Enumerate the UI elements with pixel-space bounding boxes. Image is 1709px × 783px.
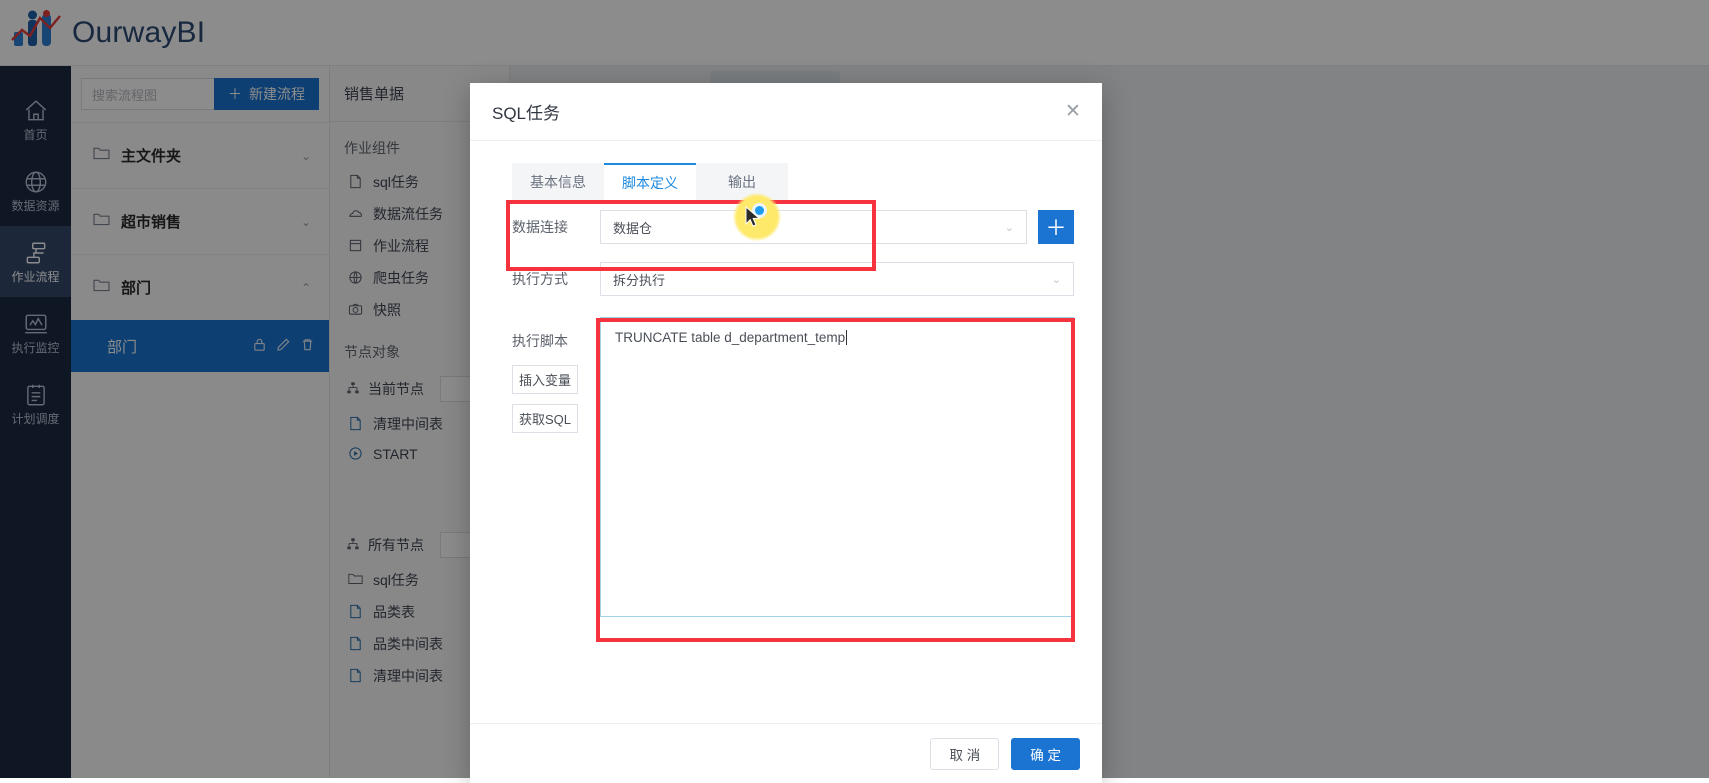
dialog-footer: 取 消 确 定 [470, 723, 1102, 783]
exec-mode-label: 执行方式 [512, 271, 568, 287]
tab-script-definition[interactable]: 脚本定义 [604, 163, 696, 201]
connection-label: 数据连接 [512, 219, 568, 235]
exec-mode-select[interactable]: 拆分执行 ⌄ [600, 262, 1074, 296]
script-label: 执行脚本 [512, 333, 568, 349]
insert-variable-button[interactable]: 插入变量 [512, 365, 578, 394]
field-row-connection: 数据连接 数据仓 ⌄ ＋ [470, 201, 1102, 253]
dialog-form: 数据连接 数据仓 ⌄ ＋ 执行方式 拆分执行 ⌄ 执行脚本 插入变量 获取SQL… [470, 201, 1102, 723]
confirm-button[interactable]: 确 定 [1011, 737, 1080, 770]
get-sql-button[interactable]: 获取SQL [512, 404, 578, 433]
connection-select[interactable]: 数据仓 ⌄ [600, 210, 1027, 244]
cancel-button[interactable]: 取 消 [930, 737, 1000, 770]
field-row-script: 执行脚本 插入变量 获取SQL TRUNCATE table d_departm… [470, 317, 1102, 617]
script-textarea[interactable]: TRUNCATE table d_department_temp [600, 317, 1074, 617]
dialog-tabs: 基本信息 脚本定义 输出 [470, 141, 1102, 201]
chevron-down-icon: ⌄ [1004, 221, 1014, 234]
script-text: TRUNCATE table d_department_temp [615, 330, 846, 345]
field-row-exec-mode: 执行方式 拆分执行 ⌄ [470, 253, 1102, 305]
tab-output[interactable]: 输出 [696, 163, 788, 201]
connection-value: 数据仓 [613, 220, 653, 236]
dialog-header: SQL任务 ✕ [470, 83, 1102, 141]
dialog-title: SQL任务 [492, 104, 561, 123]
close-icon[interactable]: ✕ [1062, 101, 1084, 123]
chevron-down-icon: ⌄ [1051, 273, 1061, 286]
text-caret [846, 330, 848, 345]
script-side-controls: 执行脚本 插入变量 获取SQL [512, 317, 600, 617]
add-connection-button[interactable]: ＋ [1038, 210, 1074, 244]
exec-mode-value: 拆分执行 [613, 272, 666, 288]
tab-basic-info[interactable]: 基本信息 [512, 163, 604, 201]
sql-task-dialog: SQL任务 ✕ 基本信息 脚本定义 输出 数据连接 数据仓 ⌄ ＋ 执行方式 拆… [470, 83, 1102, 783]
